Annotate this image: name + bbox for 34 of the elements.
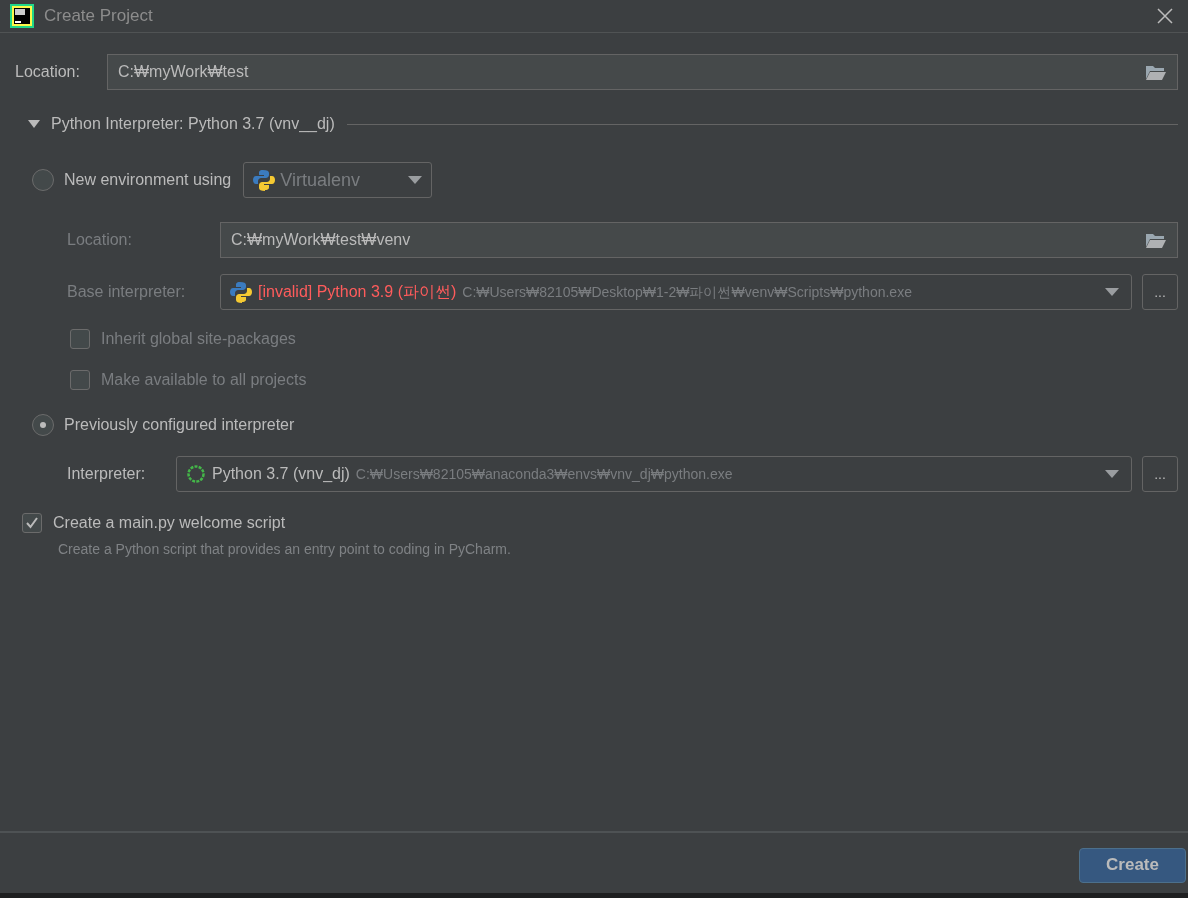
browse-button[interactable]: ...: [1142, 274, 1178, 310]
option-label: Previously configured interpreter: [64, 415, 295, 435]
description-text: Create a Python script that provides an entry point to coding in PyCharm.: [57, 540, 512, 559]
field-label: Location:: [67, 230, 133, 250]
checkbox[interactable]: [70, 370, 90, 390]
option-label: New environment using: [64, 170, 232, 190]
caret-icon: [408, 176, 423, 184]
field-label: Interpreter:: [67, 464, 147, 484]
folder-icon[interactable]: [1145, 63, 1167, 81]
field-label: Location:: [15, 62, 81, 82]
tool-dropdown[interactable]: Virtualenv: [243, 162, 433, 198]
radio-button[interactable]: [32, 414, 54, 436]
checkbox-label: Create a main.py welcome script: [53, 513, 286, 533]
checkbox[interactable]: [70, 329, 90, 349]
section-title: Python Interpreter: Python 3.7 (vnv__dj): [51, 114, 335, 135]
interpreter-dropdown[interactable]: [invalid] Python 3.9 (파이썬) C:₩Users₩82105₩Desktop₩1-2₩파이썬₩venv₩Scripts₩python.exe: [220, 274, 1132, 310]
checkbox-label: Inherit global site-packages: [101, 329, 296, 349]
browse-button[interactable]: ...: [1142, 456, 1178, 492]
checkbox-label: Make available to all projects: [101, 370, 307, 390]
folder-icon[interactable]: [1145, 231, 1167, 249]
python-icon: [230, 281, 252, 303]
location-field[interactable]: C:₩myWork₩test₩venv: [220, 222, 1178, 258]
caret-icon: [1105, 470, 1119, 478]
python-icon: [253, 169, 276, 191]
window-title: Create Project: [44, 5, 154, 28]
field-label: Base interpreter:: [67, 282, 187, 302]
caret-icon: [1105, 288, 1119, 296]
checkbox[interactable]: [22, 513, 42, 533]
interpreter-dropdown[interactable]: Python 3.7 (vnv_dj) C:₩Users₩82105₩anaconda3₩envs₩vnv_dj₩python.exe: [176, 456, 1132, 492]
close-button[interactable]: [1155, 6, 1175, 26]
radio-button[interactable]: [32, 169, 54, 191]
location-field[interactable]: C:₩myWork₩test: [107, 54, 1178, 90]
app-logo-icon: [10, 4, 34, 28]
create-button[interactable]: Create: [1079, 847, 1186, 883]
